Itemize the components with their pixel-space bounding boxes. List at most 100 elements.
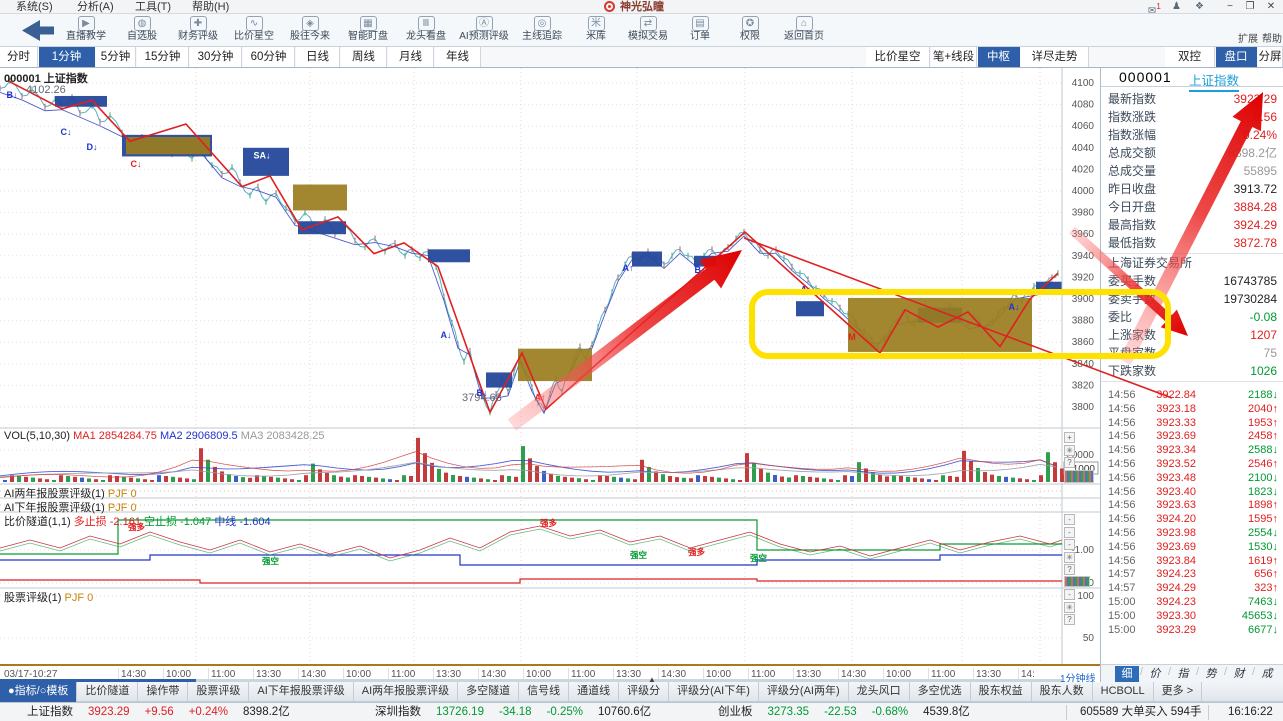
titlebar: 系统(S)分析(A)工具(T)帮助(H) 神光弘瞳 ✉1♟❖−❐✕ (0, 0, 1283, 14)
toolbar-item-leader-board[interactable]: Ⅲ龙头看盘 (397, 15, 455, 46)
volume-bar (318, 469, 322, 482)
period-tab-15分钟[interactable]: 15分钟 (137, 47, 189, 67)
indicator-tab-股东人数[interactable]: 股东人数 (1032, 682, 1093, 702)
period-tab-双控[interactable]: 双控 (1165, 47, 1215, 67)
indicator-tab-股票评级[interactable]: 股票评级 (188, 682, 249, 702)
toolbar-item-mainline-track[interactable]: ◎主线追踪 (513, 15, 571, 46)
menu-system[interactable]: 系统(S) (12, 0, 57, 14)
stock-name[interactable]: 上证指数 (1189, 70, 1239, 92)
skin-icon[interactable]: ❖ (1195, 0, 1204, 14)
mini-tab-财[interactable]: 财 (1227, 666, 1251, 682)
indicator-tab-评级分[interactable]: 评级分 (619, 682, 669, 702)
toolbar-item-live-teaching[interactable]: ▶直播教学 (57, 15, 115, 46)
indicator-tab-指标模板[interactable]: ●指标/○模板 (0, 682, 77, 702)
help-link[interactable]: 帮助 (1262, 30, 1282, 45)
toolbar-item-miku[interactable]: 米米库 (567, 15, 625, 46)
indicator-tab-评级分AI下年[interactable]: 评级分(AI下年) (669, 682, 759, 702)
indicator-preview-thumbnail[interactable] (1064, 576, 1090, 587)
volume-bar (787, 477, 791, 482)
period-tab-日线[interactable]: 日线 (296, 47, 340, 67)
vol-settings-button[interactable]: ✳ (1064, 445, 1075, 456)
indicator-tab-评级分AI两年[interactable]: 评级分(AI两年) (759, 682, 849, 702)
menu-tools[interactable]: 工具(T) (131, 0, 175, 14)
tick-price: 3923.40 (1156, 486, 1196, 500)
toolbar-item-sim-trade[interactable]: ⇄模拟交易 (619, 15, 677, 46)
user-icon[interactable]: ♟ (1172, 0, 1181, 14)
period-tab-分屏[interactable]: 分屏 (1258, 47, 1283, 67)
period-tab-分时[interactable]: 分时 (0, 47, 38, 67)
tunnel-collapse-button[interactable]: - (1064, 527, 1075, 538)
chart-marker: B↓ (695, 265, 706, 275)
period-tab-周线[interactable]: 周线 (341, 47, 387, 67)
period-tab-30分钟[interactable]: 30分钟 (190, 47, 242, 67)
panel-row-label: 指数涨跌 (1108, 108, 1156, 126)
close-button[interactable]: ✕ (1263, 0, 1279, 14)
menu-analyze[interactable]: 分析(A) (73, 0, 118, 14)
period-tab-中枢[interactable]: 中枢 (978, 47, 1020, 67)
rating-help-button[interactable]: ? (1064, 614, 1075, 625)
toolbar-item-label: 返回首页 (775, 31, 833, 42)
vol-help-button[interactable]: ? (1064, 457, 1075, 468)
status-value: -22.53 (824, 703, 857, 721)
period-tab-年线[interactable]: 年线 (435, 47, 481, 67)
mail-icon[interactable]: ✉1 (1148, 0, 1161, 14)
indicator-preview-thumbnail[interactable] (1064, 470, 1094, 483)
rating-settings-button[interactable]: ✳ (1064, 602, 1075, 613)
menu-help[interactable]: 帮助(H) (188, 0, 233, 14)
indicator-tab-AI两年报股票评级[interactable]: AI两年报股票评级 (354, 682, 458, 702)
toolbar-item-ai-predict-rating[interactable]: ⒶAI预测评级 (455, 15, 513, 46)
mini-tab-指[interactable]: 指 (1171, 666, 1195, 682)
period-tab-5分钟[interactable]: 5分钟 (96, 47, 136, 67)
indicator-tab-通道线[interactable]: 通道线 (569, 682, 619, 702)
restore-button[interactable]: ❐ (1242, 0, 1258, 14)
period-tab-详尽走势[interactable]: 详尽走势 (1021, 47, 1089, 67)
toolbar-item-watchlist[interactable]: ◍自选股 (113, 15, 171, 46)
period-tab-比价星空[interactable]: 比价星空 (866, 47, 930, 67)
indicator-tab-AI下年报股票评级[interactable]: AI下年报股票评级 (249, 682, 353, 702)
indicator-tab-HCBOLL[interactable]: HCBOLL (1093, 682, 1154, 702)
mini-tab-价[interactable]: 价 (1143, 666, 1167, 682)
indicator-tab-操作带[interactable]: 操作带 (138, 682, 188, 702)
volume-bar (108, 475, 112, 482)
volume-bar (969, 461, 973, 482)
period-tab-盘口[interactable]: 盘口 (1216, 47, 1257, 67)
exchange-row: 上涨家数1207 (1101, 326, 1283, 344)
period-tab-笔+线段[interactable]: 笔+线段 (931, 47, 977, 67)
rating-collapse-button[interactable]: - (1064, 589, 1075, 600)
mini-tab-势[interactable]: 势 (1199, 666, 1223, 682)
toolbar-item-back-home[interactable]: ⌂返回首页 (775, 15, 833, 46)
toolbar-item-price-compare-sky[interactable]: ∿比价星空 (225, 15, 283, 46)
miku-icon: 米 (588, 16, 605, 31)
period-tab-60分钟[interactable]: 60分钟 (243, 47, 295, 67)
tunnel-text-marker: 强空 (750, 553, 768, 563)
minimize-button[interactable]: − (1222, 0, 1238, 14)
indicator-tab-龙头风口[interactable]: 龙头风口 (849, 682, 910, 702)
mini-tab-成[interactable]: 成 (1255, 666, 1279, 682)
toolbar-item-finance-rating[interactable]: ✚财务评级 (169, 15, 227, 46)
indicator-tab-股东权益[interactable]: 股东权益 (971, 682, 1032, 702)
tick-volume: 323↑ (1254, 582, 1278, 596)
indicator-tab-多空隧道[interactable]: 多空隧道 (458, 682, 519, 702)
ai-predict-rating-icon: Ⓐ (476, 16, 493, 31)
back-button[interactable] (16, 18, 58, 43)
tunnel-collapse-button[interactable]: - (1064, 514, 1075, 525)
tunnel-collapse-button[interactable]: - (1064, 539, 1075, 550)
toolbar-item-permissions[interactable]: ✪权限 (721, 15, 779, 46)
volume-bar (990, 475, 994, 482)
tunnel-settings-button[interactable]: ✳ (1064, 552, 1075, 563)
main-chart[interactable]: 4100408040604040402040003980396039403920… (0, 68, 1100, 664)
stock-history-icon: ◈ (302, 16, 319, 31)
mini-tab-细[interactable]: 细 (1115, 666, 1139, 682)
indicator-tab-信号线[interactable]: 信号线 (519, 682, 569, 702)
toolbar-item-smart-watch[interactable]: ▦智能盯盘 (339, 15, 397, 46)
extend-link[interactable]: 扩展 (1238, 30, 1258, 45)
period-tab-月线[interactable]: 月线 (388, 47, 434, 67)
period-tab-1分钟[interactable]: 1分钟 (39, 47, 95, 67)
toolbar-item-stock-history[interactable]: ◈股往今来 (281, 15, 339, 46)
indicator-tab-比价隧道[interactable]: 比价隧道 (77, 682, 138, 702)
indicator-tab-多空优选[interactable]: 多空优选 (910, 682, 971, 702)
indicator-tab-更多[interactable]: 更多 > (1154, 682, 1202, 702)
toolbar-item-label: 自选股 (113, 31, 171, 42)
vol-add-button[interactable]: + (1064, 432, 1075, 443)
tunnel-help-button[interactable]: ? (1064, 564, 1075, 575)
